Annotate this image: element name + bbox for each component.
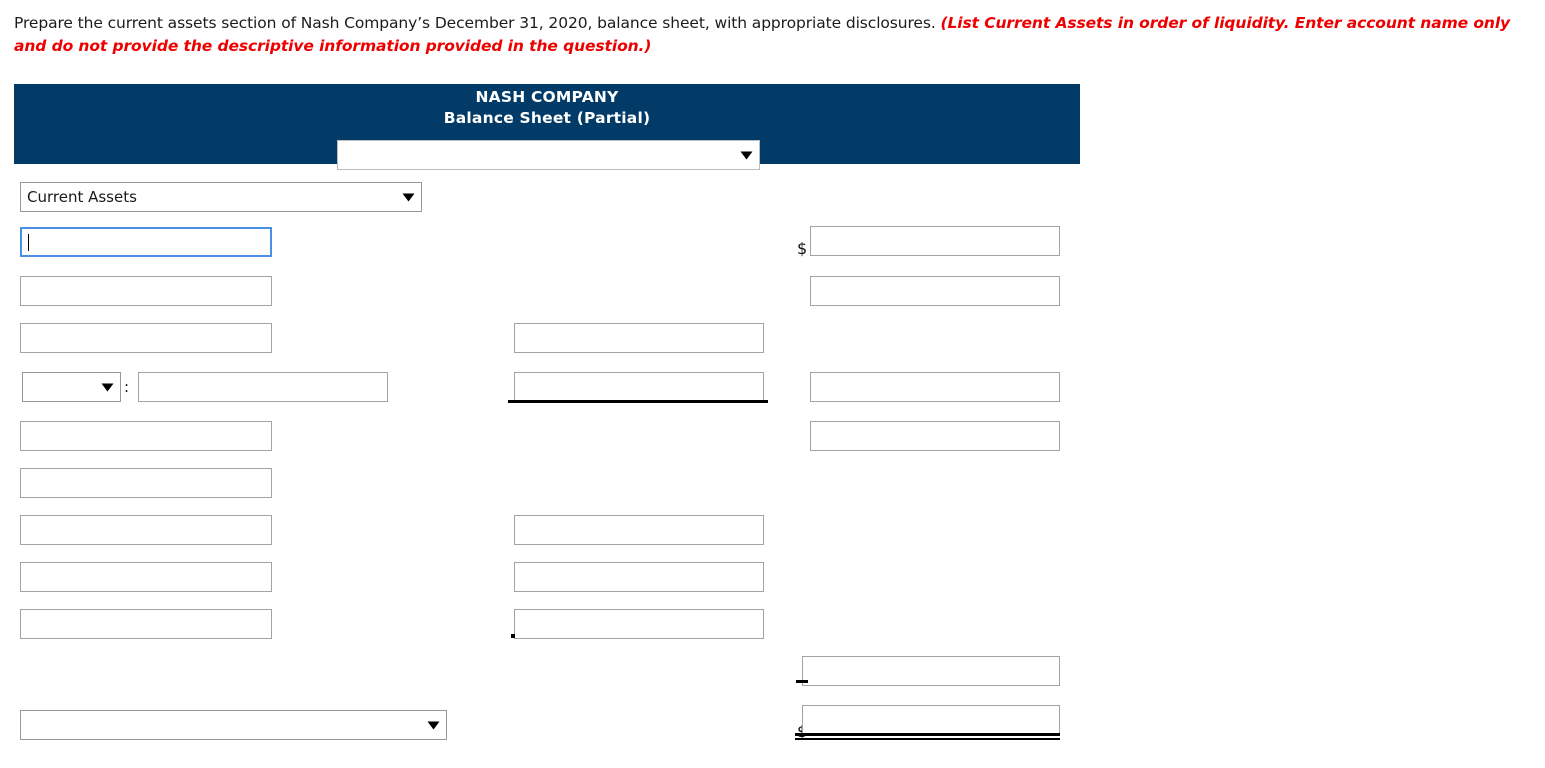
inline-select-row4[interactable] [22, 372, 121, 402]
chevron-down-icon [427, 721, 440, 730]
currency-symbol-row1: $ [797, 239, 808, 258]
account-name-input-5[interactable] [20, 421, 272, 451]
account-name-input-9[interactable] [20, 609, 272, 639]
amount-input-right-2[interactable] [810, 276, 1060, 306]
amount-input-middle-7[interactable] [514, 515, 764, 545]
subtotal-rule-right-tick [796, 680, 808, 683]
section-select-value: Current Assets [27, 188, 137, 206]
question-prompt: Prepare the current assets section of Na… [14, 12, 1539, 58]
total-rule-upper [795, 733, 1060, 736]
company-name: NASH COMPANY [475, 88, 619, 106]
chevron-down-icon [740, 151, 753, 160]
amount-input-subtotal[interactable] [802, 656, 1060, 686]
colon-separator: : [124, 378, 130, 396]
bottom-select-total-label[interactable] [20, 710, 447, 740]
subtotal-rule-middle [508, 400, 768, 403]
amount-input-right-1[interactable] [810, 226, 1060, 256]
subtotal-rule-middle-tick [511, 634, 515, 638]
chevron-down-icon [402, 193, 415, 202]
account-name-input-7[interactable] [20, 515, 272, 545]
amount-input-right-5[interactable] [810, 421, 1060, 451]
amount-input-middle-4[interactable] [514, 372, 764, 402]
amount-input-total[interactable] [802, 705, 1060, 735]
text-cursor [28, 234, 29, 251]
account-name-input-6[interactable] [20, 468, 272, 498]
amount-input-middle-8[interactable] [514, 562, 764, 592]
question-prompt-main: Prepare the current assets section of Na… [14, 14, 936, 32]
account-name-input-2[interactable] [20, 276, 272, 306]
date-select[interactable] [337, 140, 760, 170]
total-rule-lower [795, 738, 1060, 740]
account-name-input-8[interactable] [20, 562, 272, 592]
section-select-current-assets[interactable]: Current Assets [20, 182, 422, 212]
account-name-input-1[interactable] [20, 227, 272, 257]
amount-input-middle-9[interactable] [514, 609, 764, 639]
account-name-input-4[interactable] [138, 372, 388, 402]
amount-input-middle-3[interactable] [514, 323, 764, 353]
chevron-down-icon [101, 383, 114, 392]
account-name-input-3[interactable] [20, 323, 272, 353]
amount-input-right-4[interactable] [810, 372, 1060, 402]
sheet-title: Balance Sheet (Partial) [443, 109, 651, 127]
